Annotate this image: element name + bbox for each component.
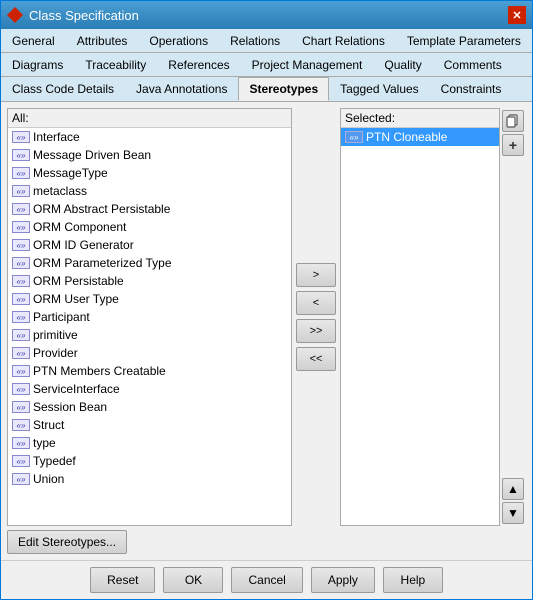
tab-chart-relations[interactable]: Chart Relations — [291, 29, 396, 52]
orm-component-icon: «» — [12, 220, 30, 234]
tab-stereotypes[interactable]: Stereotypes — [238, 77, 329, 101]
move-right-button[interactable]: > — [296, 263, 336, 287]
footer: Reset OK Cancel Apply Help — [1, 560, 532, 599]
list-item[interactable]: «» Provider — [8, 344, 291, 362]
tab-traceability[interactable]: Traceability — [74, 53, 157, 76]
move-all-left-button[interactable]: << — [296, 347, 336, 371]
metaclass-icon: «» — [12, 184, 30, 198]
bean-icon: «» — [12, 148, 30, 162]
orm-persist-icon: «» — [12, 274, 30, 288]
interface-icon: «» — [12, 130, 30, 144]
provider-icon: «» — [12, 346, 30, 360]
tab-bar-row2: Diagrams Traceability References Project… — [1, 53, 532, 77]
tab-general[interactable]: General — [1, 29, 66, 52]
list-item[interactable]: «» Union — [8, 470, 291, 488]
list-item[interactable]: «» ORM Parameterized Type — [8, 254, 291, 272]
window-title: Class Specification — [29, 8, 139, 23]
chevron-up-icon: ▲ — [507, 482, 519, 496]
selected-panel-label: Selected: — [341, 109, 499, 128]
tab-operations[interactable]: Operations — [138, 29, 219, 52]
list-item[interactable]: «» ORM Abstract Persistable — [8, 200, 291, 218]
list-item[interactable]: «» Session Bean — [8, 398, 291, 416]
tab-quality[interactable]: Quality — [373, 53, 432, 76]
class-specification-window: Class Specification ✕ General Attributes… — [0, 0, 533, 600]
list-item[interactable]: «» primitive — [8, 326, 291, 344]
list-item[interactable]: «» ORM Component — [8, 218, 291, 236]
tab-bar-row1: General Attributes Operations Relations … — [1, 29, 532, 53]
all-panel-label: All: — [8, 109, 291, 128]
type-icon: «» — [12, 436, 30, 450]
nav-down-button[interactable]: ▼ — [502, 502, 524, 524]
orm-id-icon: «» — [12, 238, 30, 252]
bottom-toolbar: Edit Stereotypes... — [7, 530, 526, 554]
orm-user-icon: «» — [12, 292, 30, 306]
orm-param-icon: «» — [12, 256, 30, 270]
move-all-right-button[interactable]: >> — [296, 319, 336, 343]
tab-bar-row3: Class Code Details Java Annotations Ster… — [1, 77, 532, 102]
list-item[interactable]: «» Message Driven Bean — [8, 146, 291, 164]
help-button[interactable]: Help — [383, 567, 443, 593]
tab-class-code-details[interactable]: Class Code Details — [1, 77, 125, 101]
side-toolbar: + ▲ ▼ — [500, 108, 526, 526]
plus-icon: + — [509, 137, 517, 153]
tab-project-management[interactable]: Project Management — [241, 53, 374, 76]
tab-constraints[interactable]: Constraints — [430, 77, 513, 101]
close-button[interactable]: ✕ — [508, 6, 526, 24]
service-iface-icon: «» — [12, 382, 30, 396]
cancel-button[interactable]: Cancel — [231, 567, 302, 593]
move-left-button[interactable]: < — [296, 291, 336, 315]
typedef-icon: «» — [12, 454, 30, 468]
all-list-panel: All: «» Interface «» Message Driven Bean… — [7, 108, 292, 526]
list-item[interactable]: «» ORM ID Generator — [8, 236, 291, 254]
apply-button[interactable]: Apply — [311, 567, 375, 593]
tab-references[interactable]: References — [157, 53, 240, 76]
list-item[interactable]: «» ORM User Type — [8, 290, 291, 308]
tab-template-parameters[interactable]: Template Parameters — [396, 29, 532, 52]
tab-java-annotations[interactable]: Java Annotations — [125, 77, 238, 101]
add-button[interactable]: + — [502, 134, 524, 156]
list-item[interactable]: «» metaclass — [8, 182, 291, 200]
list-item[interactable]: «» MessageType — [8, 164, 291, 182]
nav-up-button[interactable]: ▲ — [502, 478, 524, 500]
list-item[interactable]: «» ORM Persistable — [8, 272, 291, 290]
session-bean-icon: «» — [12, 400, 30, 414]
tab-attributes[interactable]: Attributes — [66, 29, 139, 52]
app-icon — [7, 7, 23, 23]
list-item[interactable]: «» Typedef — [8, 452, 291, 470]
list-item[interactable]: «» PTN Members Creatable — [8, 362, 291, 380]
chevron-down-icon: ▼ — [507, 506, 519, 520]
transfer-buttons: > < >> << — [292, 108, 340, 526]
list-item[interactable]: «» Interface — [8, 128, 291, 146]
list-item[interactable]: «» Struct — [8, 416, 291, 434]
tab-tagged-values[interactable]: Tagged Values — [329, 77, 430, 101]
union-icon: «» — [12, 472, 30, 486]
tab-diagrams[interactable]: Diagrams — [1, 53, 74, 76]
tab-comments[interactable]: Comments — [433, 53, 513, 76]
ptn-clone-icon: «» — [345, 130, 363, 144]
reset-button[interactable]: Reset — [90, 567, 155, 593]
title-bar: Class Specification ✕ — [1, 1, 532, 29]
msgtype-icon: «» — [12, 166, 30, 180]
all-list[interactable]: «» Interface «» Message Driven Bean «» M… — [8, 128, 291, 525]
selected-list[interactable]: «» PTN Cloneable — [341, 128, 499, 525]
content-area: All: «» Interface «» Message Driven Bean… — [1, 102, 532, 560]
list-item[interactable]: «» Participant — [8, 308, 291, 326]
list-item[interactable]: «» type — [8, 434, 291, 452]
tab-relations[interactable]: Relations — [219, 29, 291, 52]
list-item[interactable]: «» ServiceInterface — [8, 380, 291, 398]
selected-list-item[interactable]: «» PTN Cloneable — [341, 128, 499, 146]
ok-button[interactable]: OK — [163, 567, 223, 593]
orm-abstract-icon: «» — [12, 202, 30, 216]
copy-button[interactable] — [502, 110, 524, 132]
participant-icon: «» — [12, 310, 30, 324]
primitive-icon: «» — [12, 328, 30, 342]
struct-icon: «» — [12, 418, 30, 432]
edit-stereotypes-button[interactable]: Edit Stereotypes... — [7, 530, 127, 554]
selected-list-panel: Selected: «» PTN Cloneable — [340, 108, 500, 526]
ptn-members-icon: «» — [12, 364, 30, 378]
